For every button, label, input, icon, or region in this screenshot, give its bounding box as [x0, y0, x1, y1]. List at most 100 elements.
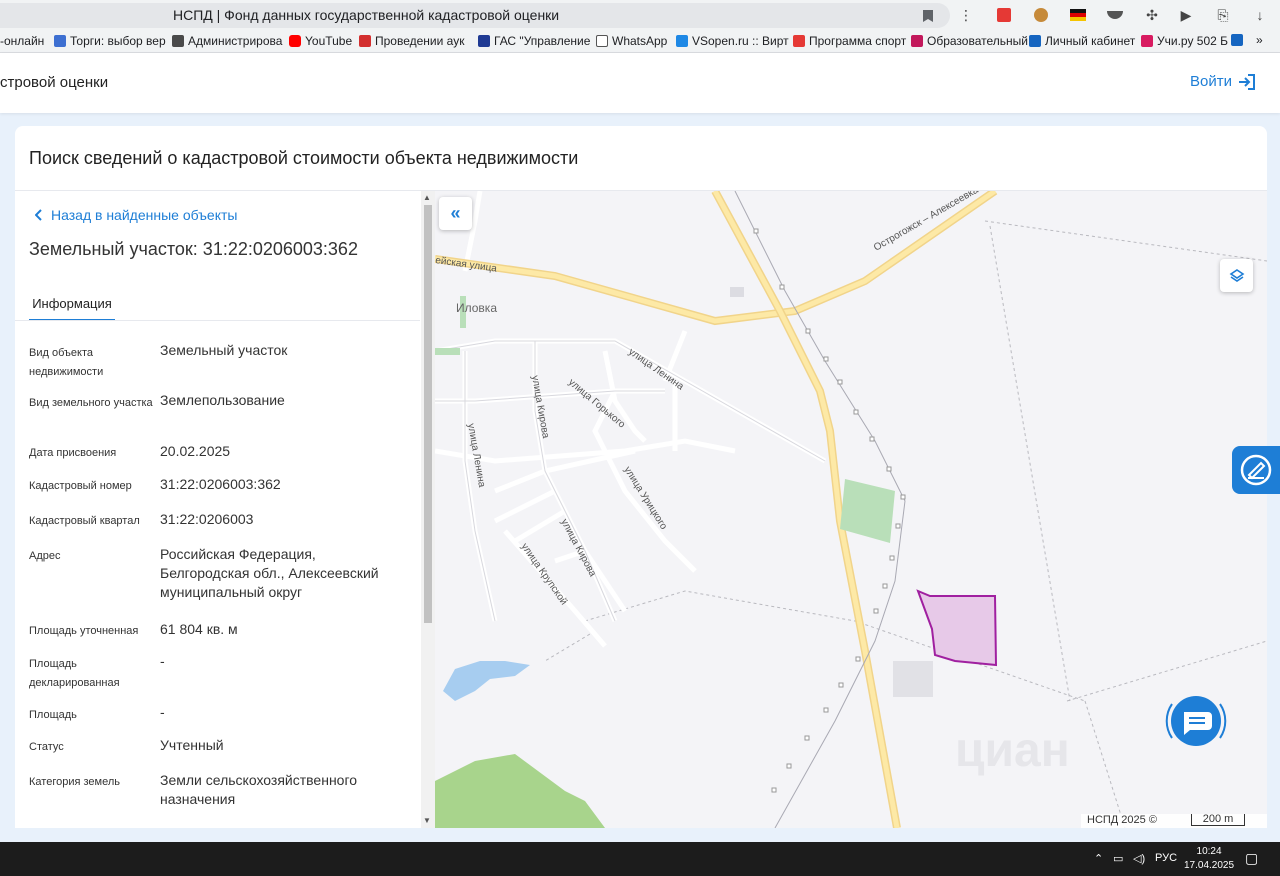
property-label: Адрес [29, 550, 61, 562]
bookmark-favicon-icon [359, 35, 371, 47]
property-label: Вид объекта недвижимости [29, 347, 104, 378]
property-value: - [160, 653, 165, 669]
street-label: улица Крупской [519, 541, 570, 607]
bookmark-item[interactable]: Программа спорт [793, 34, 906, 48]
tab-information[interactable]: Информация [29, 291, 115, 321]
bookmark-favicon-icon [172, 35, 184, 47]
property-value: 20.02.2025 [160, 443, 231, 459]
search-card: Поиск сведений о кадастровой стоимости о… [15, 126, 1267, 828]
bookmark-item[interactable]: Образовательный [911, 34, 1028, 48]
property-value: Учтенный [160, 737, 224, 753]
profile-icon[interactable]: ⎘ [1213, 5, 1233, 25]
volume-icon[interactable]: ◁) [1133, 852, 1145, 865]
side-widget-button[interactable] [1232, 446, 1280, 494]
chevron-up-icon[interactable]: ⌃ [1094, 852, 1103, 865]
object-title: Земельный участок: 31:22:0206003:362 [29, 239, 358, 259]
property-value: Земли сельскохозяйственного назначения [160, 772, 358, 807]
bookmark-icon[interactable] [922, 9, 934, 23]
street-label: улица Кирова [529, 375, 551, 440]
bookmark-item[interactable]: Администрирова [172, 34, 282, 48]
bookmark-item[interactable]: WhatsApp [596, 34, 667, 48]
clock[interactable]: 10:24 17.04.2025 [1184, 845, 1234, 873]
bookmark-item[interactable]: Учи.ру 502 Б [1141, 34, 1228, 48]
bookmark-favicon-icon [54, 35, 66, 47]
bookmark-favicon-icon [478, 35, 490, 47]
property-value: Землепользование [160, 392, 285, 408]
scroll-up-icon[interactable]: ▲ [423, 193, 431, 202]
login-icon [1239, 73, 1255, 90]
bookmark-item[interactable]: Личный кабинет [1029, 34, 1135, 48]
back-link[interactable]: Назад в найденные объекты [35, 207, 237, 223]
bookmark-favicon-icon [1141, 35, 1153, 47]
property-label: Вид земельного участка [29, 397, 153, 409]
browser-titlebar: НСПД | Фонд данных государственной кадас… [0, 0, 1280, 31]
tab-divider [15, 320, 420, 321]
chat-button[interactable] [1164, 692, 1228, 750]
more-bookmarks-icon[interactable]: » [1256, 33, 1263, 47]
object-info-panel: Назад в найденные объекты Земельный учас… [15, 191, 435, 828]
layers-button[interactable] [1220, 259, 1253, 292]
property-label: Дата присвоения [29, 447, 117, 459]
page-title: Поиск сведений о кадастровой стоимости о… [29, 148, 579, 168]
property-value: Земельный участок [160, 342, 288, 358]
bookmark-favicon-icon [676, 35, 688, 47]
property-label: Площадь декларированная [29, 658, 120, 689]
layers-icon [1229, 268, 1244, 282]
bookmark-item[interactable]: -онлайн [0, 34, 44, 48]
bookmark-favicon-icon [1029, 35, 1041, 47]
land-parcel[interactable] [916, 589, 998, 667]
property-label: Площадь [29, 709, 77, 721]
property-value: Российская Федерация, Белгородская обл.,… [160, 546, 379, 600]
site-header: стровой оценки Войти [0, 53, 1280, 113]
bookmark-item[interactable]: Торги: выбор вер [54, 34, 166, 48]
menu-dots-icon[interactable]: ⋮ [956, 5, 976, 25]
network-icon[interactable]: ▭ [1113, 852, 1123, 865]
village-label: Иловка [456, 301, 497, 315]
property-label: Кадастровый квартал [29, 515, 140, 527]
feedback-icon [1240, 454, 1272, 486]
map-copyright: НСПД 2025 © [1087, 814, 1157, 826]
back-link-label: Назад в найденные объекты [51, 207, 238, 223]
login-button[interactable]: Войти [1190, 73, 1256, 90]
watermark: циан [955, 724, 1070, 777]
property-value: 31:22:0206003 [160, 511, 254, 527]
extension-hat-icon[interactable] [1105, 5, 1125, 25]
map-attribution: НСПД 2025 © 200 m [1081, 814, 1267, 828]
property-label: Кадастровый номер [29, 480, 132, 492]
collapse-panel-button[interactable]: « [439, 197, 472, 230]
media-icon[interactable]: ▶ [1176, 5, 1196, 25]
pdf-extension-icon[interactable] [994, 5, 1014, 25]
tab-title: НСПД | Фонд данных государственной кадас… [173, 7, 560, 23]
property-value: - [160, 704, 165, 720]
bookmark-item[interactable]: VSopen.ru :: Вирт [676, 34, 789, 48]
property-value: 61 804 кв. м [160, 621, 238, 637]
clock-date: 17.04.2025 [1184, 860, 1235, 871]
notifications-icon[interactable]: ▢ [1245, 850, 1258, 867]
extension-flag-icon[interactable] [1068, 5, 1088, 25]
download-icon[interactable]: ↓ [1250, 5, 1270, 25]
property-label: Категория земель [29, 776, 120, 788]
bookmarks-bar: -онлайн Торги: выбор вер Администрирова … [0, 31, 1280, 53]
chat-icon [1165, 696, 1227, 746]
bookmark-favicon-icon [1231, 34, 1243, 46]
property-label: Статус [29, 741, 64, 753]
bookmark-item[interactable] [1231, 34, 1243, 46]
language-indicator[interactable]: РУС [1155, 852, 1177, 864]
youtube-icon [289, 35, 301, 47]
scrollbar-thumb[interactable] [424, 205, 432, 623]
address-bar[interactable]: НСПД | Фонд данных государственной кадас… [0, 3, 950, 28]
scroll-down-icon[interactable]: ▼ [423, 816, 431, 825]
extensions-puzzle-icon[interactable]: ✣ [1142, 5, 1162, 25]
property-value: 31:22:0206003:362 [160, 476, 281, 492]
bookmark-youtube[interactable]: YouTube [289, 34, 352, 48]
bookmark-item[interactable]: ГАС "Управление [478, 34, 590, 48]
property-label: Площадь уточненная [29, 625, 139, 637]
map-view[interactable]: циан Острогожск – Алексеевка ейская улиц… [435, 191, 1267, 828]
street-label: улица Кирова [558, 517, 598, 579]
bookmark-item[interactable]: Проведении аук [359, 34, 464, 48]
bookmark-favicon-icon [793, 35, 805, 47]
bookmark-favicon-icon [911, 35, 923, 47]
map-canvas[interactable]: циан Острогожск – Алексеевка ейская улиц… [435, 191, 1267, 828]
extension-icon[interactable] [1031, 5, 1051, 25]
road-label: Острогожск – Алексеевка [872, 191, 981, 254]
